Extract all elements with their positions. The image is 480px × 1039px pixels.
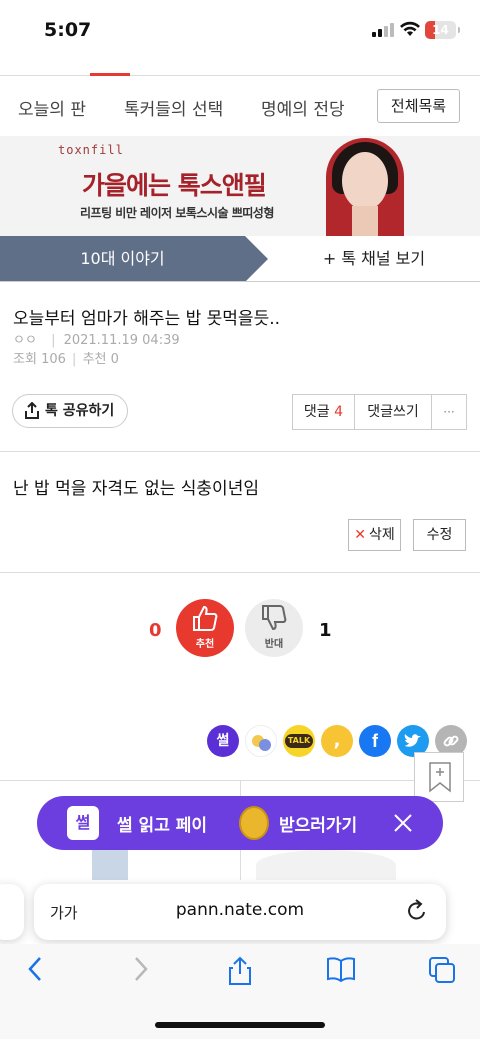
view-talk-channel-button[interactable]: + 톡 채널 보기 [268,236,480,282]
thumbs-down-icon [262,605,287,631]
delete-x-icon: ✕ [354,527,366,543]
thumbs-up-icon [193,605,218,631]
status-time: 5:07 [44,19,92,41]
ad-banner[interactable]: toxnfill 가을에는 톡스앤필 리프팅 비만 레이저 보톡스시술 쁘띠성형 [0,136,480,236]
status-bar: 5:07 14 [0,0,480,62]
ssul-share-icon[interactable]: 썰 [207,725,239,757]
wifi-icon [400,21,420,36]
previous-tab-preview[interactable] [0,884,24,940]
upvote-button[interactable]: 추천 [176,599,234,657]
post-meta: ㅇㅇ | 2021.11.19 04:39 [13,333,180,348]
facebook-icon[interactable]: f [359,725,391,757]
divider [0,572,480,573]
ssul-logo: 썰 [67,806,99,840]
coin-icon [239,806,269,840]
kakaotalk-label: TALK [284,734,314,748]
post-title: 오늘부터 엄마가 해주는 밥 못먹을듯.. [13,309,281,329]
recommend-count: 0 [110,352,119,367]
downvote-count: 1 [319,620,332,641]
downvote-label: 반대 [264,639,284,650]
scrap-bookmark-button[interactable] [414,752,464,802]
tabs-icon[interactable] [428,956,456,984]
bookmark-add-icon [429,762,451,793]
promo-text-1: 썰 읽고 페이 [117,816,208,836]
ad-brand: toxnfill [58,143,124,157]
share-icon [25,402,39,419]
comments-count: 4 [334,404,344,420]
views-count: 106 [41,352,66,367]
reload-icon[interactable] [406,899,428,923]
tab-hall-of-fame[interactable]: 명예의 전당 [261,95,345,120]
views-label: 조회 [13,352,37,367]
delete-label: 삭제 [368,527,395,543]
divider [0,451,480,452]
address-bar[interactable]: 가가 pann.nate.com [34,884,446,940]
tab-today[interactable]: 오늘의 판 [18,95,86,120]
talk-share-button[interactable]: 톡 공유하기 [12,394,128,428]
kakao-page-icon[interactable]: , [321,725,353,757]
ad-headline: 가을에는 톡스앤필 [82,171,267,200]
edit-button[interactable]: 수정 [413,519,466,551]
back-icon[interactable] [26,956,46,982]
upvote-label: 추천 [195,639,215,650]
bookmarks-icon[interactable] [326,956,356,982]
top-nav: 오늘의 판 톡커들의 선택 명예의 전당 전체목록 [0,76,480,136]
category-bar: 10대 이야기 + 톡 채널 보기 [0,236,480,282]
promo-text-2: 받으러가기 [279,816,358,836]
battery-level: 14 [432,23,449,37]
kakao-story-icon[interactable] [245,725,277,757]
home-indicator [155,1022,325,1028]
ad-model-photo [326,138,404,236]
cellular-signal-icon [372,23,394,37]
upvote-count: 0 [149,620,162,641]
current-category[interactable]: 10대 이야기 [0,236,245,282]
downvote-button[interactable]: 반대 [245,599,303,657]
close-icon[interactable] [389,808,417,838]
post-stats: 조회 106 | 추천 0 [13,352,119,367]
post-date: 2021.11.19 04:39 [63,333,180,348]
battery-icon: 14 [425,21,460,39]
post-author[interactable]: ㅇㅇ [13,333,37,348]
share-label: 톡 공유하기 [45,403,115,419]
more-options-button[interactable]: ··· [431,394,467,430]
all-list-button[interactable]: 전체목록 [377,89,460,123]
comments-label: 댓글 [303,404,330,420]
url-text[interactable]: pann.nate.com [34,900,446,920]
comments-button[interactable]: 댓글 4 [292,394,355,430]
ssul-pay-promo-banner[interactable]: 썰 썰 읽고 페이 받으러가기 [37,796,443,850]
ad-subline: 리프팅 비만 레이저 보톡스시술 쁘띠성형 [80,206,274,220]
kakaotalk-icon[interactable]: TALK [283,725,315,757]
write-comment-button[interactable]: 댓글쓰기 [354,394,432,430]
delete-button[interactable]: ✕ 삭제 [348,519,401,551]
tab-talkers-choice[interactable]: 톡커들의 선택 [124,95,223,120]
post-body: 난 밥 먹을 자격도 없는 식충이년임 [13,479,259,499]
recommend-label: 추천 [82,352,107,367]
forward-icon[interactable] [130,956,150,982]
share-sheet-icon[interactable] [228,956,252,986]
